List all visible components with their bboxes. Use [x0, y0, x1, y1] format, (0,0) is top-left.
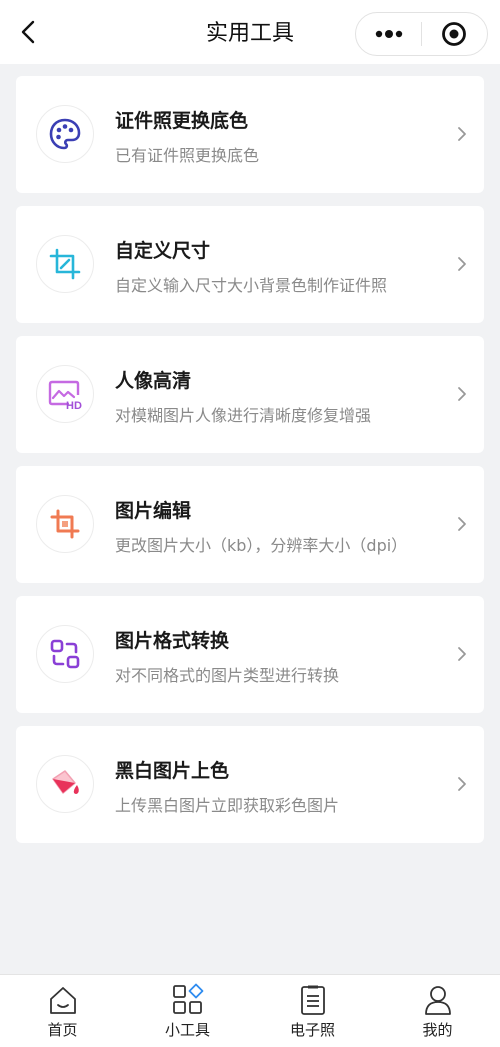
tool-card-image-edit[interactable]: 图片编辑 更改图片大小（kb），分辨率大小（dpi）: [16, 466, 484, 583]
more-dots-icon: [375, 30, 402, 38]
tab-label: 小工具: [164, 1021, 210, 1039]
tool-title: 自定义尺寸: [115, 240, 211, 262]
close-mini-program-button[interactable]: [422, 13, 487, 55]
tool-card-colorize[interactable]: 黑白图片上色 上传黑白图片立即获取彩色图片: [16, 726, 484, 843]
tool-desc: 对模糊图片人像进行清晰度修复增强: [115, 406, 372, 425]
tool-icon-wrap: [36, 235, 94, 293]
chevron-right-icon: [454, 644, 470, 664]
tool-icon-wrap: [36, 105, 94, 163]
tool-card-change-background[interactable]: 证件照更换底色 已有证件照更换底色: [16, 76, 484, 193]
svg-text:HD: HD: [66, 400, 82, 411]
palette-icon: [49, 118, 81, 150]
chevron-right-icon: [454, 774, 470, 794]
tab-home[interactable]: 首页: [0, 975, 125, 1047]
tool-desc: 自定义输入尺寸大小背景色制作证件照: [115, 276, 388, 295]
tab-e-photo[interactable]: 电子照: [250, 975, 375, 1047]
tool-desc: 更改图片大小（kb），分辨率大小（dpi）: [115, 536, 408, 555]
convert-icon: [50, 639, 80, 669]
home-icon: [46, 983, 80, 1017]
tool-desc: 上传黑白图片立即获取彩色图片: [115, 796, 340, 815]
tool-icon-wrap: [36, 755, 94, 813]
paint-bucket-icon: [52, 770, 79, 794]
tool-card-portrait-hd[interactable]: HD 人像高清 对模糊图片人像进行清晰度修复增强: [16, 336, 484, 453]
mini-program-capsule: [355, 12, 488, 56]
tool-icon-wrap: HD: [36, 365, 94, 423]
tool-title: 证件照更换底色: [115, 110, 249, 132]
chevron-left-icon: [21, 20, 35, 44]
grid-diamond-icon: [171, 983, 205, 1017]
tool-list: 证件照更换底色 已有证件照更换底色 自定义尺寸 自定义输入尺寸大小背景色制作证件…: [16, 76, 484, 856]
tab-label: 首页: [47, 1021, 78, 1039]
user-icon: [421, 983, 455, 1017]
tab-label: 我的: [422, 1021, 453, 1039]
chevron-right-icon: [454, 514, 470, 534]
tab-bar: 首页 小工具 电子照 我的: [0, 974, 500, 1047]
tool-card-custom-size[interactable]: 自定义尺寸 自定义输入尺寸大小背景色制作证件照: [16, 206, 484, 323]
tool-title: 图片格式转换: [115, 630, 230, 652]
tool-title: 黑白图片上色: [115, 760, 230, 782]
tool-desc: 已有证件照更换底色: [115, 146, 260, 165]
target-circle-icon: [442, 22, 467, 46]
back-button[interactable]: [12, 16, 44, 48]
chevron-right-icon: [454, 254, 470, 274]
hd-image-icon: HD: [48, 380, 82, 411]
tool-icon-wrap: [36, 495, 94, 553]
crop-square-icon: [50, 509, 80, 539]
crop-icon: [49, 248, 81, 280]
tab-mine[interactable]: 我的: [375, 975, 500, 1047]
chevron-right-icon: [454, 384, 470, 404]
tab-tools[interactable]: 小工具: [125, 975, 250, 1047]
chevron-right-icon: [454, 124, 470, 144]
clipboard-icon: [296, 983, 330, 1017]
tool-desc: 对不同格式的图片类型进行转换: [115, 666, 340, 685]
tool-title: 图片编辑: [115, 500, 192, 522]
tab-label: 电子照: [289, 1021, 335, 1039]
tool-icon-wrap: [36, 625, 94, 683]
nav-bar: 实用工具: [0, 0, 500, 64]
tool-title: 人像高清: [115, 370, 192, 392]
tool-card-format-convert[interactable]: 图片格式转换 对不同格式的图片类型进行转换: [16, 596, 484, 713]
more-button[interactable]: [356, 13, 421, 55]
